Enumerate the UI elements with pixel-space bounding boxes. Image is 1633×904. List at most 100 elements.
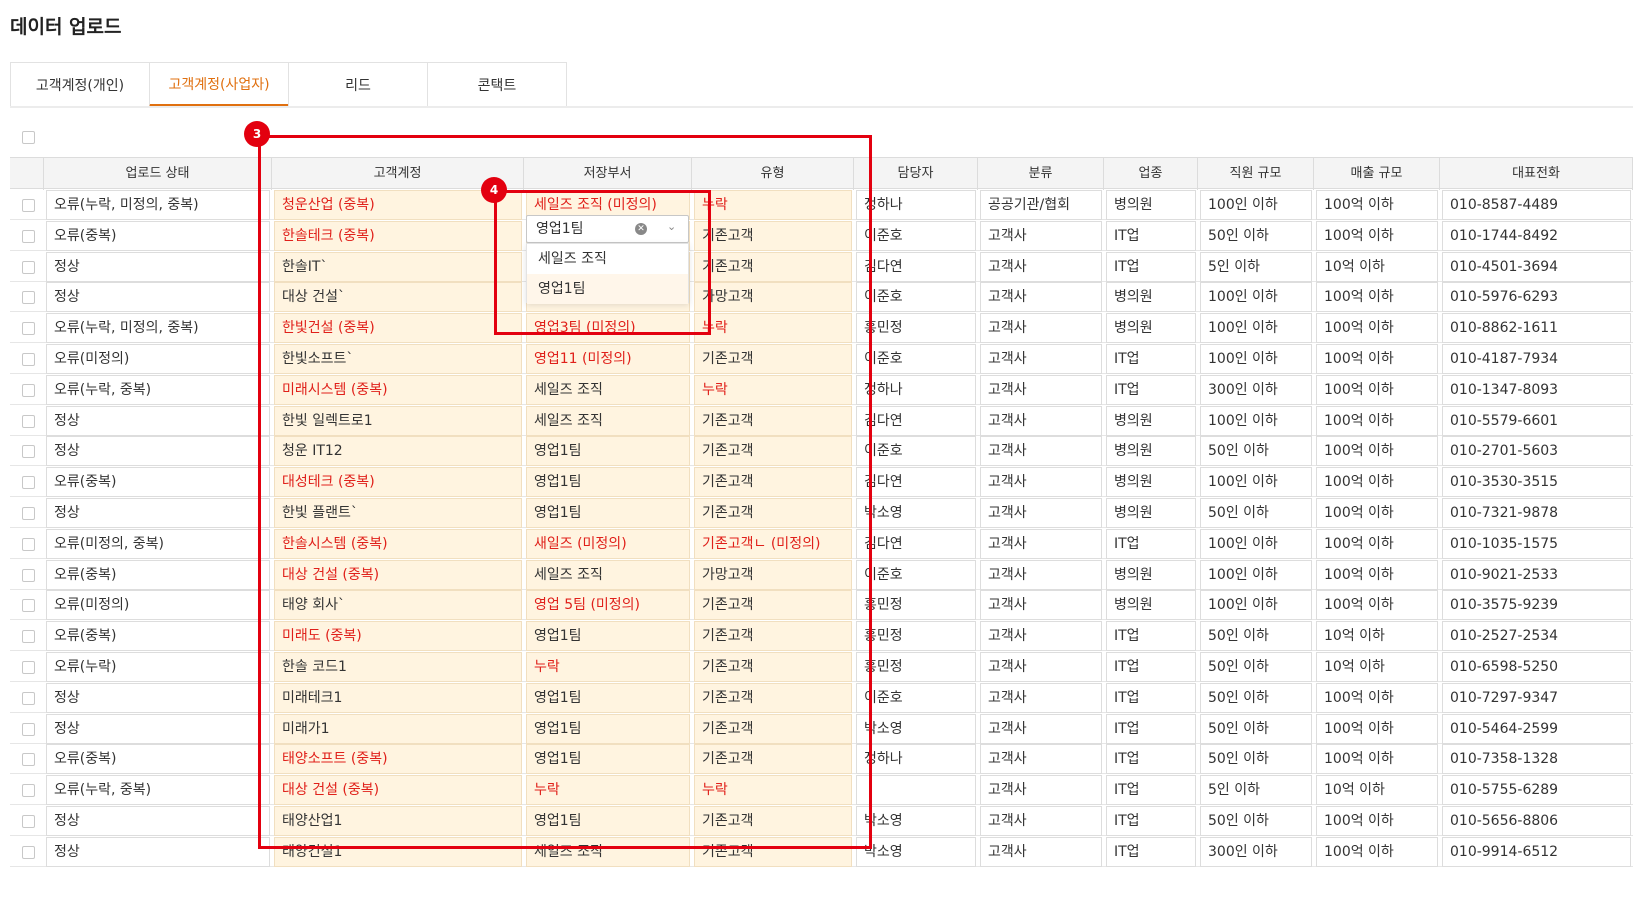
account-cell[interactable]: 태양산업1	[274, 806, 522, 836]
row-checkbox[interactable]	[22, 845, 35, 859]
clear-icon[interactable]: ✕	[635, 223, 647, 235]
account-cell[interactable]: 대상 건설 (중복)	[274, 775, 522, 806]
column-header[interactable]: 유형	[692, 158, 854, 190]
dept-cell[interactable]: 영업3팀 (미정의)	[526, 313, 690, 344]
type-cell[interactable]: 기존고객	[694, 590, 852, 621]
dept-cell[interactable]: 영업1팀	[526, 713, 690, 744]
select-all-checkbox[interactable]	[22, 131, 35, 144]
row-checkbox[interactable]	[22, 199, 35, 212]
tab-contact[interactable]: 콘택트	[427, 62, 567, 106]
type-cell[interactable]: 기존고객	[694, 621, 852, 652]
row-checkbox[interactable]	[22, 722, 35, 736]
tab-business-account[interactable]: 고객계정(사업자)	[149, 62, 289, 108]
dept-cell[interactable]: 영업 5팀 (미정의)	[526, 590, 690, 621]
account-cell[interactable]: 한빛소프트`	[274, 344, 522, 374]
type-cell[interactable]: 기존고객	[694, 836, 852, 867]
row-checkbox[interactable]	[22, 507, 35, 520]
type-cell[interactable]: 기존고객	[694, 251, 852, 282]
type-cell[interactable]: 가망고객	[694, 559, 852, 590]
type-cell[interactable]: 누락	[694, 313, 852, 344]
dept-cell[interactable]: 세일즈 조직	[526, 836, 690, 867]
dept-cell[interactable]: 세일즈 조직	[526, 374, 690, 405]
column-header[interactable]: 저장부서	[524, 158, 692, 190]
account-cell[interactable]: 대상 건설 (중복)	[274, 559, 522, 590]
row-checkbox[interactable]	[22, 476, 35, 490]
dept-cell[interactable]: 영업1팀	[526, 744, 690, 775]
type-cell[interactable]: 기존고객	[694, 436, 852, 467]
account-cell[interactable]: 미래가1	[274, 713, 522, 744]
row-checkbox[interactable]	[22, 691, 35, 705]
row-checkbox[interactable]	[22, 537, 35, 551]
account-cell[interactable]: 대상 건설`	[274, 282, 522, 313]
account-cell[interactable]: 대성테크 (중복)	[274, 467, 522, 498]
row-checkbox[interactable]	[22, 784, 35, 798]
column-header[interactable]: 담당자	[854, 158, 978, 190]
row-checkbox[interactable]	[22, 568, 35, 582]
row-checkbox[interactable]	[22, 753, 35, 767]
type-cell[interactable]: 누락	[694, 190, 852, 220]
type-cell[interactable]: 기존고객	[694, 806, 852, 836]
row-checkbox[interactable]	[22, 414, 35, 428]
dropdown-option[interactable]: 세일즈 조직	[527, 244, 688, 274]
column-header[interactable]: 업로드 상태	[44, 158, 272, 190]
account-cell[interactable]: 태양건설1	[274, 836, 522, 867]
account-cell[interactable]: 한솔IT`	[274, 251, 522, 282]
type-cell[interactable]: 기존고객	[694, 682, 852, 713]
dept-cell[interactable]: 새일즈 (미정의)	[526, 528, 690, 559]
type-cell[interactable]: 누락	[694, 775, 852, 806]
account-cell[interactable]: 한빛건설 (중복)	[274, 313, 522, 344]
account-cell[interactable]: 태양 회사`	[274, 590, 522, 621]
account-cell[interactable]: 미래테크1	[274, 682, 522, 713]
type-cell[interactable]: 기존고객	[694, 744, 852, 775]
tab-lead[interactable]: 리드	[288, 62, 428, 106]
dept-cell[interactable]: 영업1팀	[526, 682, 690, 713]
type-cell[interactable]: 누락	[694, 374, 852, 405]
row-checkbox[interactable]	[22, 229, 35, 243]
type-cell[interactable]: 기존고객	[694, 498, 852, 528]
tab-personal-account[interactable]: 고객계정(개인)	[10, 62, 150, 106]
column-header[interactable]: 매출 규모	[1314, 158, 1440, 190]
account-cell[interactable]: 한빛 일렉트로1	[274, 405, 522, 436]
dept-cell[interactable]: 세일즈 조직	[526, 405, 690, 436]
type-cell[interactable]: 기존고객	[694, 467, 852, 498]
account-cell[interactable]: 한빛 플랜트`	[274, 498, 522, 528]
type-cell[interactable]: 기존고객	[694, 652, 852, 682]
dept-select-input[interactable]: 영업1팀 ✕ ⌄	[526, 215, 689, 243]
column-header[interactable]: 업종	[1104, 158, 1198, 190]
column-header[interactable]: 직원 규모	[1198, 158, 1314, 190]
dept-cell[interactable]: 영업1팀	[526, 467, 690, 498]
account-cell[interactable]: 미래도 (중복)	[274, 621, 522, 652]
row-checkbox[interactable]	[22, 661, 35, 674]
row-checkbox[interactable]	[22, 815, 35, 828]
row-checkbox[interactable]	[22, 630, 35, 644]
dropdown-option-selected[interactable]: 영업1팀	[527, 274, 688, 304]
dept-cell[interactable]: 세일즈 조직	[526, 559, 690, 590]
row-checkbox[interactable]	[22, 322, 35, 336]
account-cell[interactable]: 한솔시스템 (중복)	[274, 528, 522, 559]
row-checkbox[interactable]	[22, 599, 35, 613]
dept-cell[interactable]: 누락	[526, 652, 690, 682]
chevron-down-icon[interactable]: ⌄	[667, 220, 676, 233]
dept-cell[interactable]: 영업1팀	[526, 621, 690, 652]
row-checkbox[interactable]	[22, 353, 35, 366]
account-cell[interactable]: 태양소프트 (중복)	[274, 744, 522, 775]
type-cell[interactable]: 가망고객	[694, 282, 852, 313]
account-cell[interactable]: 미래시스템 (중복)	[274, 374, 522, 405]
column-header[interactable]: 대표전화	[1440, 158, 1633, 190]
column-header[interactable]: 분류	[978, 158, 1104, 190]
type-cell[interactable]: 기존고객	[694, 713, 852, 744]
dept-cell[interactable]: 영업1팀	[526, 806, 690, 836]
row-checkbox[interactable]	[22, 291, 35, 305]
account-cell[interactable]: 한솔 코드1	[274, 652, 522, 682]
dept-cell[interactable]: 누락	[526, 775, 690, 806]
type-cell[interactable]: 기존고객	[694, 344, 852, 374]
row-checkbox[interactable]	[22, 445, 35, 459]
dept-cell[interactable]: 영업11 (미정의)	[526, 344, 690, 374]
row-checkbox[interactable]	[22, 383, 35, 397]
row-checkbox[interactable]	[22, 260, 35, 274]
account-cell[interactable]: 한솔테크 (중복)	[274, 220, 522, 251]
dept-cell[interactable]: 영업1팀	[526, 498, 690, 528]
account-cell[interactable]: 청운 IT12	[274, 436, 522, 467]
type-cell[interactable]: 기존고객ㄴ (미정의)	[694, 528, 852, 559]
type-cell[interactable]: 기존고객	[694, 405, 852, 436]
